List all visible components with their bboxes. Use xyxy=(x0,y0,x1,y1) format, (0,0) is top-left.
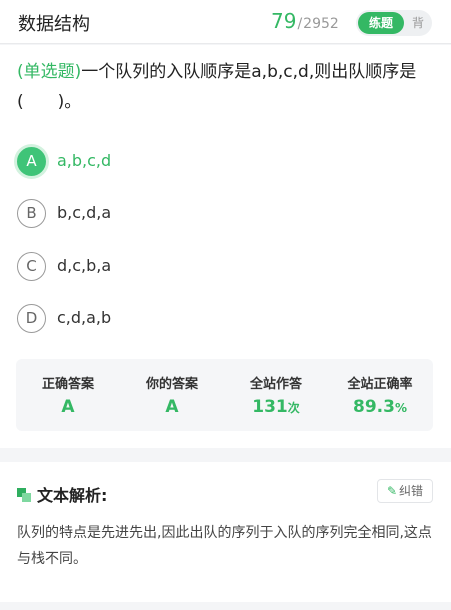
stat-your-answer: 你的答案 A xyxy=(120,359,224,431)
option-letter: B xyxy=(17,199,46,228)
practice-mode-tab[interactable]: 练题 xyxy=(358,12,404,34)
report-label: 纠错 xyxy=(399,484,424,498)
stat-label: 你的答案 xyxy=(145,377,198,392)
stat-value: 89.3% xyxy=(328,397,432,417)
stat-number: 131 xyxy=(252,397,288,417)
question-progress: 79/2952 xyxy=(271,9,339,33)
mode-switch[interactable]: 练题 背 xyxy=(356,10,432,36)
answer-stats-panel: 正确答案 A 你的答案 A 全站作答 131次 全站正确率 89.3% xyxy=(16,359,433,431)
option-c[interactable]: C d,c,b,a xyxy=(17,252,437,282)
stat-label: 正确答案 xyxy=(41,377,94,392)
progress-separator: / xyxy=(297,16,303,32)
report-error-button[interactable]: ✎ 纠错 xyxy=(377,479,433,503)
option-text: d,c,b,a xyxy=(57,256,112,275)
question-type: (单选题) xyxy=(17,62,82,82)
stat-site-accuracy: 全站正确率 89.3% xyxy=(328,359,432,431)
analysis-heading: 文本解析: xyxy=(17,482,107,506)
top-bar: 数据结构 79/2952 练题 背 xyxy=(0,0,451,44)
analysis-card: 文本解析: ✎ 纠错 队列的特点是先进先出,因此出队的序列于入队的序列完全相同,这… xyxy=(0,462,451,602)
option-letter: C xyxy=(17,252,46,281)
edit-icon: ✎ xyxy=(386,484,398,498)
stat-value: A xyxy=(61,397,75,417)
stat-number: 89.3 xyxy=(353,397,395,417)
page-title: 数据结构 xyxy=(18,14,90,35)
option-a[interactable]: A a,b,c,d xyxy=(17,147,437,177)
option-text: a,b,c,d xyxy=(57,151,112,170)
option-text: c,d,a,b xyxy=(57,308,112,327)
stat-label: 全站正确率 xyxy=(347,377,413,392)
stat-value: 131次 xyxy=(224,397,328,417)
question-card: (单选题)一个队列的入队顺序是a,b,c,d,则出队顺序是( )。 A a,b,… xyxy=(0,45,451,448)
option-b[interactable]: B b,c,d,a xyxy=(17,199,437,229)
analysis-text: 队列的特点是先进先出,因此出队的序列于入队的序列完全相同,这点与栈不同。 xyxy=(17,525,432,567)
squares-icon xyxy=(17,488,31,502)
option-d[interactable]: D c,d,a,b xyxy=(17,304,437,334)
stat-site-attempts: 全站作答 131次 xyxy=(224,359,328,431)
stat-value: A xyxy=(165,397,179,417)
stat-unit: % xyxy=(394,401,407,415)
option-letter: D xyxy=(17,304,46,333)
option-text: b,c,d,a xyxy=(57,203,112,222)
recite-mode-tab[interactable]: 背 xyxy=(407,12,429,34)
stat-label: 全站作答 xyxy=(249,377,302,392)
analysis-title: 文本解析: xyxy=(37,486,108,505)
stat-unit: 次 xyxy=(287,401,300,415)
progress-current: 79 xyxy=(271,9,297,33)
stat-correct-answer: 正确答案 A xyxy=(16,359,120,431)
option-letter: A xyxy=(17,147,46,176)
progress-total: 2952 xyxy=(303,16,339,32)
question-stem: (单选题)一个队列的入队顺序是a,b,c,d,则出队顺序是( )。 xyxy=(17,57,437,117)
